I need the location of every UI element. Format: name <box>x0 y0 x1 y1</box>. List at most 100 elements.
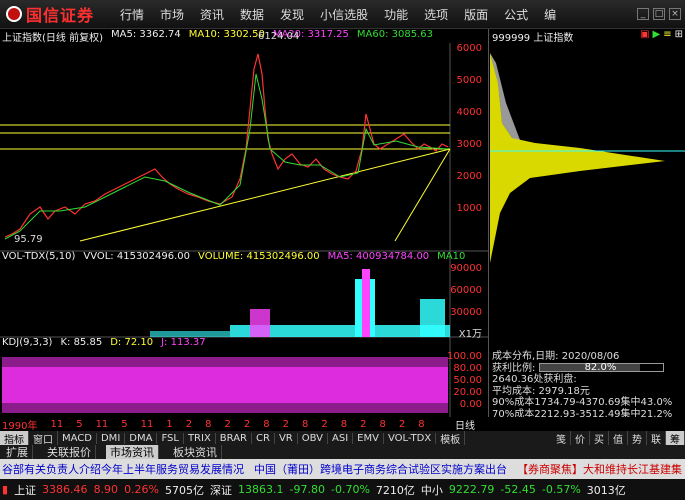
vol-title: VOL-TDX(5,10) <box>2 251 76 262</box>
cost-90: 90%成本1734.79-4370.69集中43.0% <box>492 397 673 408</box>
flag-icon[interactable]: ▣ <box>640 29 649 43</box>
kdj-axis-label: 20.00 <box>453 387 482 398</box>
menu-item[interactable]: 资讯 <box>192 6 232 23</box>
indicator-tab-bar: 1990年 11 5 11 5 11 1 2 8 2 2 8 2 8 2 8 2… <box>0 417 685 446</box>
zx-name[interactable]: 中小 <box>421 482 443 498</box>
main-chart-panel[interactable]: 上证指数(日线 前复权) MA5: 3362.74 MA10: 3302.50 … <box>0 29 489 417</box>
price-axis-label: 4000 <box>456 107 482 118</box>
x-axis-label: 2 <box>321 418 328 430</box>
menu-item[interactable]: 小信选股 <box>312 6 376 23</box>
tab-obv[interactable]: OBV <box>298 432 328 444</box>
price-axis-label: 3000 <box>456 139 482 150</box>
profit-label: 获利比例: <box>492 362 536 374</box>
menu-item[interactable]: 发现 <box>272 6 312 23</box>
kdj-axis-label: 80.00 <box>453 363 482 374</box>
tab-emv[interactable]: EMV <box>353 432 384 444</box>
profit-value: 82.0% <box>584 362 617 373</box>
grid-icon[interactable]: ⊞ <box>675 29 683 43</box>
sh-pct: 0.26% <box>124 483 160 496</box>
cost-distribution-panel[interactable]: 999999 上证指数 ▣ ▶ ≡ ⊞ 成本分布,日期: 2020/08/06 … <box>490 29 685 420</box>
tab-cr[interactable]: CR <box>252 432 275 444</box>
tab-vr[interactable]: VR <box>275 432 298 444</box>
sh-vol: 5705亿 <box>165 483 205 497</box>
close-icon[interactable]: × <box>669 8 681 20</box>
cost-info: 成本分布,日期: 2020/08/06 获利比例: 82.0% 2640.36处… <box>490 351 685 420</box>
x-axis-label: 8 <box>379 418 386 430</box>
kdj-header: KDJ(9,3,3) K: 85.85 D: 72.10 J: 113.37 <box>0 337 488 351</box>
tab-indicator[interactable]: 指标 <box>0 430 29 446</box>
side-tab[interactable]: 联 <box>647 430 666 446</box>
period-label[interactable]: 日线 <box>455 417 685 432</box>
menu-item[interactable]: 行情 <box>112 6 152 23</box>
x-axis-label: 1990年 <box>2 420 38 432</box>
menu-item[interactable]: 公式 <box>496 6 536 23</box>
tab-extend[interactable]: 扩展 <box>2 445 33 459</box>
list-icon[interactable]: ≡ <box>663 29 671 43</box>
side-header: 999999 上证指数 ▣ ▶ ≡ ⊞ <box>490 29 685 43</box>
side-tab[interactable]: 买 <box>590 430 609 446</box>
side-tab[interactable]: 势 <box>628 430 647 446</box>
tab-asi[interactable]: ASI <box>328 432 354 444</box>
profit-ratio-row: 获利比例: 82.0% <box>490 362 685 375</box>
tab-window[interactable]: 窗口 <box>29 430 58 446</box>
news-item[interactable]: 【券商聚焦】大和维持长江基建集 <box>517 461 682 477</box>
sh-price: 3386.46 <box>42 483 88 496</box>
app-logo: 国信证券 <box>0 0 112 29</box>
side-tab[interactable]: 值 <box>609 430 628 446</box>
tab-dma[interactable]: DMA <box>125 432 158 444</box>
news-item[interactable]: 谷部有关负责人介绍今年上半年服务贸易发展情况 <box>2 461 244 477</box>
cost-title: 成本分布,日期: 2020/08/06 <box>492 351 620 362</box>
menu-item[interactable]: 编 <box>536 6 564 23</box>
sz-name[interactable]: 深证 <box>210 482 232 498</box>
x-axis-label: 2 <box>185 418 193 430</box>
sz-vol: 7210亿 <box>375 483 415 497</box>
side-tab[interactable]: 笺 <box>552 430 571 446</box>
tab-brar[interactable]: BRAR <box>216 432 252 444</box>
side-tab[interactable]: 价 <box>571 430 590 446</box>
forward-icon[interactable]: ▶ <box>653 29 661 43</box>
side-tab[interactable]: 筹 <box>666 430 685 446</box>
kdj-d-value: D: 72.10 <box>110 337 154 348</box>
tab-sector-news[interactable]: 板块资讯 <box>169 445 222 459</box>
tab-market-news[interactable]: 市场资讯 <box>106 445 159 459</box>
menu-item[interactable]: 选项 <box>416 6 456 23</box>
x-axis-label: 11 <box>95 418 109 430</box>
maximize-icon[interactable]: □ <box>653 8 665 20</box>
news-ticker: 谷部有关负责人介绍今年上半年服务贸易发展情况 中国（莆田）跨境电子商务综合试验区… <box>0 459 685 479</box>
zx-vol: 3013亿 <box>586 483 626 497</box>
x-axis-label: 1 <box>166 418 173 430</box>
profit-plate: 2640.36处获利盘: <box>492 374 577 385</box>
tab-fsl[interactable]: FSL <box>157 432 184 444</box>
vol-axis-label: 30000 <box>450 307 482 318</box>
tab-template[interactable]: 模板 <box>436 430 466 446</box>
sh-name[interactable]: 上证 <box>14 482 36 498</box>
kdj-k-value: K: 85.85 <box>60 337 103 348</box>
trend-line <box>79 148 451 242</box>
menu-item[interactable]: 数据 <box>232 6 272 23</box>
menu-bar: 国信证券 行情 市场 资讯 数据 发现 小信选股 功能 选项 版面 公式 编 _… <box>0 0 685 29</box>
tab-row-2: 扩展 关联报价 市场资讯 板块资讯 <box>0 445 685 459</box>
zx-price: 9222.79 <box>448 483 495 496</box>
sz-price: 13863.1 <box>238 483 284 496</box>
sh-change: 8.90 <box>93 483 119 496</box>
x-axis-label: 2 <box>282 418 290 430</box>
news-item[interactable]: 中国（莆田）跨境电子商务综合试验区实施方案出台 <box>254 461 507 477</box>
sz-change: -97.80 <box>289 483 325 496</box>
x-axis-label: 8 <box>340 418 348 430</box>
profit-region <box>490 53 665 263</box>
menu-item[interactable]: 市场 <box>152 6 192 23</box>
tab-trix[interactable]: TRIX <box>184 432 216 444</box>
tab-related-quotes[interactable]: 关联报价 <box>43 445 96 459</box>
minimize-icon[interactable]: _ <box>637 8 649 20</box>
kdj-axis-label: 50.00 <box>453 375 482 386</box>
market-status-bar: ▮ 上证 3386.46 8.90 0.26% 5705亿 深证 13863.1… <box>0 479 685 500</box>
menu-item[interactable]: 版面 <box>456 6 496 23</box>
tab-macd[interactable]: MACD <box>58 432 97 444</box>
x-axis-label: 8 <box>302 418 309 430</box>
x-axis-label: 2 <box>360 418 367 430</box>
volume-header: VOL-TDX(5,10) VVOL: 415302496.00 VOLUME:… <box>0 251 488 265</box>
tab-dmi[interactable]: DMI <box>97 432 126 444</box>
x-axis-label: 8 <box>418 418 425 430</box>
tab-vol-tdx[interactable]: VOL-TDX <box>384 432 437 444</box>
menu-item[interactable]: 功能 <box>376 6 416 23</box>
